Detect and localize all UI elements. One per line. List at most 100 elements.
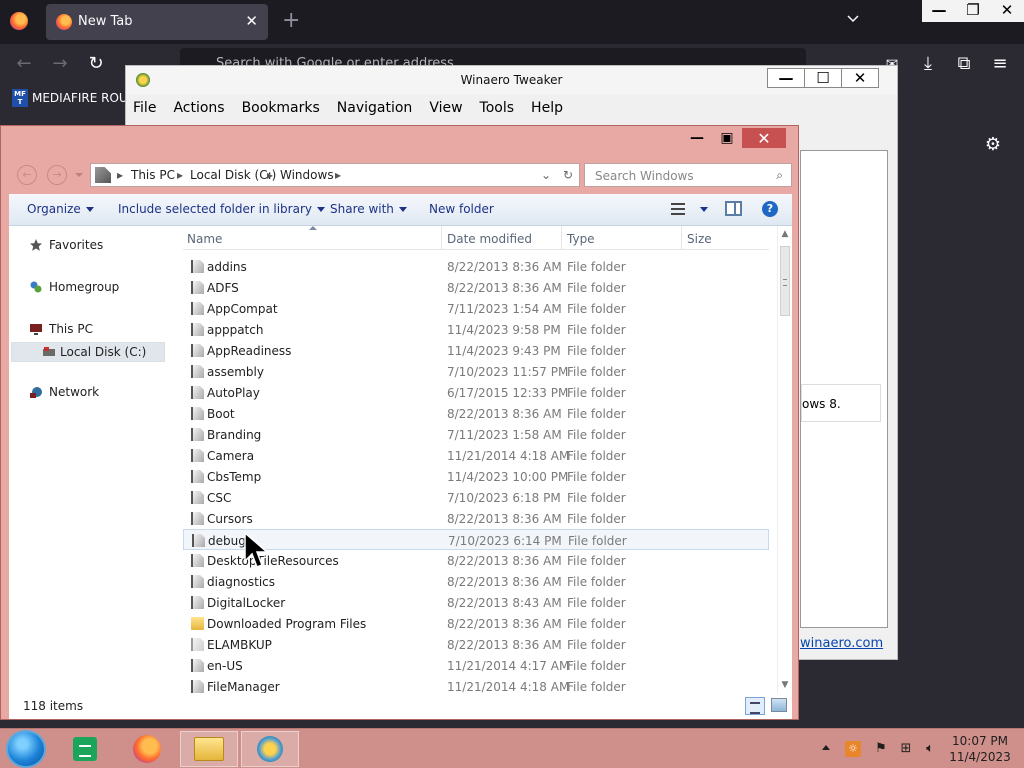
breadcrumb-separator-icon[interactable]: ▸ (335, 168, 341, 182)
back-arrow-icon[interactable]: ← (14, 54, 34, 74)
tray-app-icon[interactable]: ☼ (845, 741, 861, 757)
table-row[interactable]: diagnostics 8/22/2013 8:36 AM File folder (183, 571, 769, 592)
table-row[interactable]: AppCompat 7/11/2023 1:54 AM File folder (183, 298, 769, 319)
organize-button[interactable]: Organize (27, 202, 94, 216)
tab-new-tab[interactable]: New Tab ✕ (46, 4, 268, 40)
recent-locations-chevron-icon[interactable] (75, 173, 83, 177)
breadcrumb-windows[interactable]: Windows (280, 168, 334, 182)
column-divider[interactable] (441, 226, 442, 250)
new-folder-button[interactable]: New folder (429, 202, 494, 216)
breadcrumb-separator-icon[interactable]: ▸ (177, 168, 183, 182)
close-icon[interactable]: ✕ (990, 0, 1024, 20)
table-row[interactable]: ADFS 8/22/2013 8:36 AM File folder (183, 277, 769, 298)
table-row[interactable]: addins 8/22/2013 8:36 AM File folder (183, 256, 769, 277)
menu-tools[interactable]: Tools (473, 96, 522, 120)
table-row[interactable]: AppReadiness 11/4/2023 9:43 PM File folder (183, 340, 769, 361)
table-row[interactable]: Camera 11/21/2014 4:18 AM File folder (183, 445, 769, 466)
address-bar[interactable]: ▸ This PC ▸ Local Disk (C:) ▸ Windows ▸ … (90, 163, 580, 187)
share-with-button[interactable]: Share with (330, 202, 407, 216)
explorer-minimize-icon[interactable]: — (682, 128, 712, 148)
explorer-maximize-icon[interactable]: ▣ (712, 128, 742, 148)
column-size[interactable]: Size (687, 232, 712, 246)
volume-icon[interactable]: 🔈︎ (922, 741, 938, 757)
action-center-flag-icon[interactable]: ⚑ (873, 741, 889, 757)
nav-item-local-disk[interactable]: Local Disk (C:) (11, 342, 165, 362)
change-view-icon[interactable] (671, 203, 685, 215)
nav-item-favorites[interactable]: Favorites (29, 238, 149, 254)
column-divider[interactable] (561, 226, 562, 250)
column-name[interactable]: Name (187, 232, 222, 246)
menu-actions[interactable]: Actions (166, 96, 231, 120)
taskbar-app-sheets[interactable] (56, 731, 114, 767)
restore-icon[interactable]: ❐ (956, 0, 990, 20)
table-row[interactable]: FileManager 11/21/2014 4:18 AM File folder (183, 676, 769, 693)
explorer-close-icon[interactable]: ✕ (742, 128, 786, 148)
search-icon[interactable]: ⌕ (776, 168, 783, 183)
table-row[interactable]: DigitalLocker 8/22/2013 8:43 AM File folde… (183, 592, 769, 613)
newtab-settings-gear-icon[interactable]: ⚙ (982, 134, 1004, 156)
table-row[interactable]: ELAMBKUP 8/22/2013 8:36 AM File folder (183, 634, 769, 655)
table-row[interactable]: Cursors 8/22/2013 8:36 AM File folder (183, 508, 769, 529)
forward-arrow-icon[interactable]: → (50, 54, 70, 74)
show-hidden-icons-chevron-icon[interactable] (822, 745, 830, 750)
list-all-tabs-chevron-icon[interactable] (846, 12, 860, 26)
breadcrumb-local-disk[interactable]: Local Disk (C:) (190, 168, 276, 182)
start-orb-icon[interactable] (6, 730, 46, 768)
scroll-up-icon[interactable]: ▲ (780, 229, 790, 239)
search-windows-input[interactable]: Search Windows ⌕ (584, 163, 792, 187)
clock-time[interactable]: 10:07 PM (948, 734, 1012, 748)
winaero-titlebar[interactable]: Winaero Tweaker — ☐ ✕ (126, 66, 897, 94)
nav-item-this-pc[interactable]: This PC (29, 322, 149, 338)
menu-hamburger-icon[interactable]: ≡ (990, 54, 1010, 74)
table-row[interactable]: Boot 8/22/2013 8:36 AM File folder (183, 403, 769, 424)
mediafire-bookmark-icon[interactable]: MF T (12, 89, 28, 107)
preview-pane-icon[interactable] (725, 201, 742, 216)
winaero-maximize-icon[interactable]: ☐ (804, 68, 842, 88)
extensions-puzzle-icon[interactable]: ⧉ (954, 54, 974, 74)
large-icons-view-icon[interactable] (771, 698, 787, 712)
table-row[interactable]: AutoPlay 6/17/2015 12:33 PM File folder (183, 382, 769, 403)
address-dropdown-icon[interactable]: ⌄ (541, 168, 551, 182)
table-row[interactable]: apppatch 11/4/2023 9:58 PM File folder (183, 319, 769, 340)
firefox-logo-icon[interactable] (10, 12, 28, 30)
scroll-down-icon[interactable]: ▼ (780, 680, 790, 690)
table-row[interactable]: CSC 7/10/2023 6:18 PM File folder (183, 487, 769, 508)
winaero-website-link[interactable]: winaero.com (800, 636, 883, 651)
table-row[interactable]: Downloaded Program Files 8/22/2013 8:36 A… (183, 613, 769, 634)
table-row[interactable]: en-US 11/21/2014 4:17 AM File folder (183, 655, 769, 676)
scrollbar-thumb[interactable] (780, 246, 790, 316)
nav-item-homegroup[interactable]: Homegroup (29, 280, 149, 296)
breadcrumb-this-pc[interactable]: This PC (131, 168, 175, 182)
network-tray-icon[interactable]: ⊞ (898, 741, 914, 757)
include-in-library-button[interactable]: Include selected folder in library (118, 202, 325, 216)
taskbar-app-winaero[interactable] (241, 731, 299, 767)
breadcrumb-separator-icon[interactable]: ▸ (267, 168, 273, 182)
column-divider[interactable] (681, 226, 682, 250)
table-row[interactable]: CbsTemp 11/4/2023 10:00 PM File folder (183, 466, 769, 487)
help-icon[interactable]: ? (762, 201, 778, 217)
winaero-minimize-icon[interactable]: — (767, 68, 805, 88)
column-date-modified[interactable]: Date modified (447, 232, 532, 246)
download-icon[interactable]: ⤓ (918, 54, 938, 74)
new-tab-plus-icon[interactable]: + (282, 8, 300, 34)
close-tab-icon[interactable]: ✕ (245, 12, 258, 30)
reload-icon[interactable]: ↻ (86, 54, 106, 74)
breadcrumb-separator-icon[interactable]: ▸ (117, 168, 123, 182)
address-refresh-icon[interactable]: ↻ (563, 168, 573, 182)
menu-file[interactable]: File (126, 96, 163, 120)
explorer-forward-icon[interactable]: → (47, 165, 67, 185)
menu-help[interactable]: Help (524, 96, 570, 120)
minimize-icon[interactable]: — (922, 0, 956, 20)
clock-date[interactable]: 11/4/2023 (948, 750, 1012, 764)
menu-bookmarks[interactable]: Bookmarks (235, 96, 327, 120)
view-options-button[interactable] (695, 202, 708, 216)
menu-view[interactable]: View (422, 96, 469, 120)
vertical-scrollbar[interactable]: ▲ ▼ (777, 226, 792, 693)
explorer-back-icon[interactable]: ← (17, 165, 37, 185)
menu-navigation[interactable]: Navigation (330, 96, 420, 120)
taskbar-app-explorer[interactable] (180, 731, 238, 767)
column-type[interactable]: Type (567, 232, 595, 246)
details-view-icon[interactable] (745, 697, 765, 715)
table-row[interactable]: Branding 7/11/2023 1:58 AM File folder (183, 424, 769, 445)
winaero-close-icon[interactable]: ✕ (841, 68, 879, 88)
